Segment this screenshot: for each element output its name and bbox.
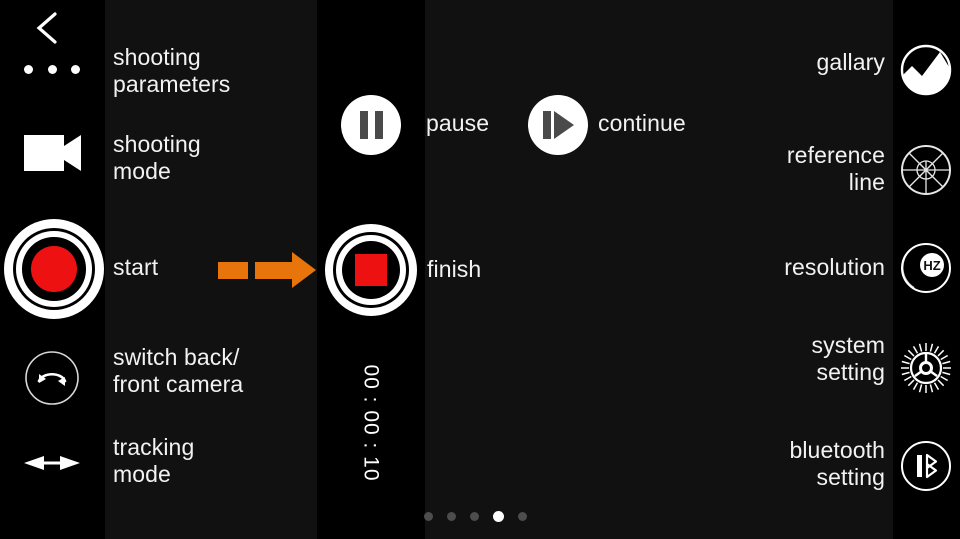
label-system-setting: system setting — [811, 332, 885, 385]
gear-icon[interactable] — [900, 342, 952, 394]
label-tracking-mode: tracking mode — [113, 434, 195, 487]
finish-ring-white — [336, 235, 406, 305]
page-dot-active[interactable] — [493, 511, 504, 522]
label-continue: continue — [598, 110, 686, 136]
start-ring-white — [16, 231, 92, 307]
label-reference-line: reference line — [786, 142, 885, 195]
label-gallary: gallary — [816, 49, 885, 75]
start-ring-gap — [22, 237, 86, 301]
recording-timer-text: 00 : 00 : 10 — [360, 363, 383, 482]
start-ring-dark — [13, 228, 95, 310]
page-indicator-dots[interactable] — [424, 511, 527, 522]
label-shooting-parameters: shooting parameters — [113, 44, 231, 97]
video-camera-icon[interactable] — [24, 132, 81, 174]
record-stop-icon[interactable] — [325, 224, 417, 316]
play-triangle — [553, 111, 574, 139]
annotation-arrow-icon — [218, 252, 316, 288]
switch-camera-icon[interactable] — [24, 350, 80, 406]
play-glyph — [542, 111, 574, 139]
gallery-photo-icon[interactable] — [900, 44, 952, 96]
recording-timer: 00 : 00 : 10 — [348, 360, 394, 485]
bluetooth-icon[interactable] — [900, 440, 952, 492]
reference-grid-icon[interactable] — [900, 144, 952, 196]
left-right-arrows-icon[interactable] — [22, 448, 82, 478]
dot — [47, 64, 57, 74]
finish-red-square — [354, 253, 388, 287]
page-dot[interactable] — [424, 512, 433, 521]
pause-bar — [359, 111, 368, 139]
label-finish: finish — [427, 256, 482, 282]
finish-ring-dark — [333, 232, 409, 308]
label-switch-camera: switch back/ front camera — [113, 344, 244, 397]
arrow-dash-segment — [255, 261, 293, 279]
page-dot[interactable] — [518, 512, 527, 521]
label-shooting-mode: shooting mode — [113, 131, 201, 184]
page-dot[interactable] — [447, 512, 456, 521]
camera-control-screen: shooting parameters shooting mode start … — [0, 0, 960, 539]
pause-bars — [359, 111, 383, 139]
label-bluetooth-setting: bluetooth setting — [789, 437, 885, 490]
dot — [24, 64, 33, 74]
start-red-circle — [31, 246, 77, 292]
pause-icon[interactable] — [341, 95, 401, 155]
record-start-icon[interactable] — [4, 219, 104, 319]
play-icon[interactable] — [528, 95, 588, 155]
resolution-icon-text: HZ — [923, 258, 940, 273]
finish-ring-gap — [341, 240, 401, 300]
arrow-head — [292, 252, 316, 288]
three-dots-icon[interactable] — [24, 63, 80, 75]
label-resolution: resolution — [784, 254, 885, 280]
chevron-left-icon[interactable] — [28, 8, 68, 48]
pause-bar — [374, 111, 383, 139]
page-dot[interactable] — [470, 512, 479, 521]
arrow-dash-segment — [218, 261, 248, 279]
play-bar — [542, 111, 551, 139]
hz-resolution-icon[interactable]: HZ — [900, 242, 952, 294]
dot — [71, 64, 80, 74]
